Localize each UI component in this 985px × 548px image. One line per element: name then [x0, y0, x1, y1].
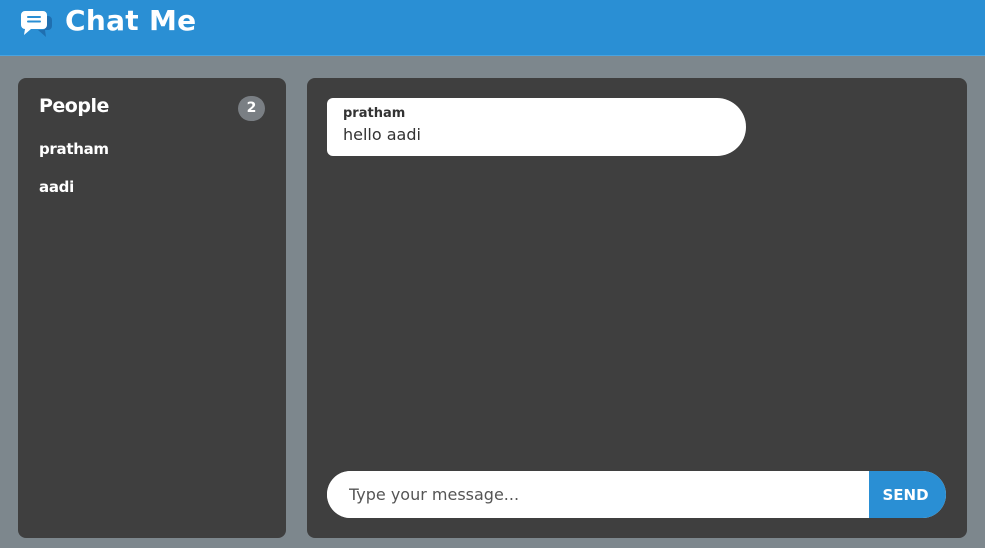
message-text: hello aadi	[343, 125, 421, 144]
person-item[interactable]: aadi	[39, 178, 109, 216]
people-list: pratham aadi	[39, 140, 109, 216]
chat-panel: pratham hello aadi SEND	[307, 78, 967, 538]
app-title: Chat Me	[65, 4, 197, 37]
people-count-badge: 2	[238, 96, 265, 121]
chat-bubbles-icon	[21, 11, 52, 37]
people-title: People	[39, 95, 109, 117]
message-composer: SEND	[327, 471, 946, 518]
people-panel: People 2 pratham aadi	[18, 78, 286, 538]
message-author: pratham	[343, 106, 406, 121]
app-header: Chat Me	[0, 0, 985, 56]
message-bubble: pratham hello aadi	[327, 98, 746, 156]
message-input[interactable]	[327, 471, 869, 518]
person-item[interactable]: pratham	[39, 140, 109, 178]
send-button[interactable]: SEND	[869, 471, 946, 518]
